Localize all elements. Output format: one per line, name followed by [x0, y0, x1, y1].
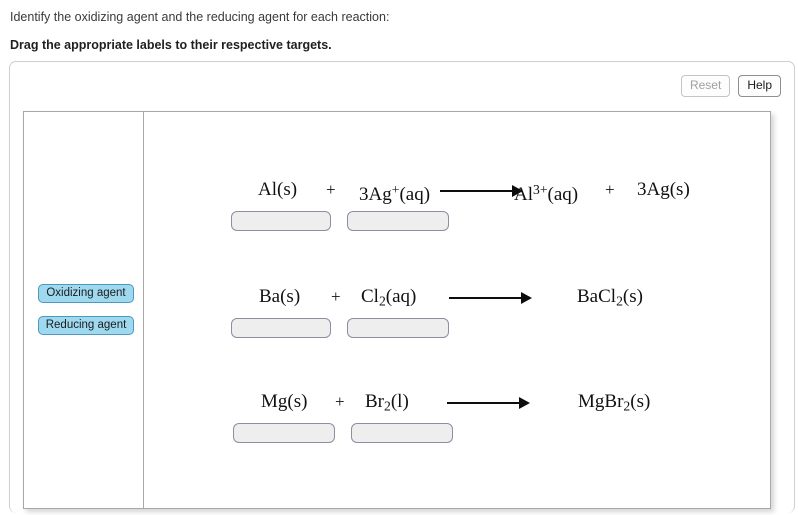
- reaction-list: Al(s) + 3Ag+(aq) Al3+(aq) + 3Ag(s) Ba(s)…: [143, 112, 770, 508]
- drag-drop-canvas: Oxidizing agent Reducing agent Al(s) + 3…: [23, 111, 771, 509]
- drop-target-reaction-2-reactant-2[interactable]: [347, 318, 449, 338]
- drop-target-reaction-2-reactant-1[interactable]: [231, 318, 331, 338]
- reaction-1-product-plus: +: [605, 180, 615, 199]
- toolbar: Reset Help: [680, 75, 781, 97]
- equation-line-3: Mg(s) + Br2(l) MgBr2(s): [143, 389, 772, 419]
- reaction-1-reactant-2: 3Ag+(aq): [359, 182, 431, 206]
- reaction-3-plus: +: [335, 392, 345, 411]
- reaction-1-reactant-1: Al(s): [258, 179, 298, 200]
- drop-target-reaction-3-reactant-1[interactable]: [233, 423, 335, 443]
- reaction-2-reactant-2: Cl2(aq): [361, 286, 417, 309]
- reaction-row-2: Ba(s) + Cl2(aq) BaCl2(s): [143, 284, 772, 354]
- equation-line-1: Al(s) + 3Ag+(aq) Al3+(aq) + 3Ag(s): [143, 177, 772, 207]
- help-button[interactable]: Help: [738, 75, 781, 97]
- prompt-instruction: Drag the appropriate labels to their res…: [10, 38, 332, 52]
- reaction-3-product-1: MgBr2(s): [578, 391, 651, 414]
- drop-target-reaction-1-reactant-1[interactable]: [231, 211, 331, 231]
- reaction-row-3: Mg(s) + Br2(l) MgBr2(s): [143, 389, 772, 459]
- label-bank: Oxidizing agent Reducing agent: [38, 284, 134, 348]
- equation-line-2: Ba(s) + Cl2(aq) BaCl2(s): [143, 284, 772, 314]
- reaction-arrow-2-icon: [449, 292, 532, 304]
- reaction-1-product-2: 3Ag(s): [637, 179, 690, 200]
- reaction-arrow-3-icon: [447, 397, 530, 409]
- exercise-panel: Reset Help Oxidizing agent Reducing agen…: [9, 61, 795, 513]
- reaction-3-reactant-2: Br2(l): [365, 391, 409, 414]
- prompt-question: Identify the oxidizing agent and the red…: [10, 10, 390, 24]
- reaction-2-plus: +: [331, 287, 341, 306]
- drop-target-reaction-1-reactant-2[interactable]: [347, 211, 449, 231]
- drag-label-oxidizing-agent[interactable]: Oxidizing agent: [38, 284, 134, 303]
- reaction-2-product-1: BaCl2(s): [577, 286, 643, 309]
- reaction-2-reactant-1: Ba(s): [259, 286, 301, 307]
- reaction-arrow-1-icon: [440, 185, 523, 197]
- reset-button[interactable]: Reset: [680, 75, 731, 97]
- drag-label-reducing-agent[interactable]: Reducing agent: [38, 316, 134, 335]
- reaction-1-product-1: Al3+(aq): [514, 182, 579, 206]
- prompt-area: Identify the oxidizing agent and the red…: [0, 0, 798, 53]
- reaction-1-plus: +: [326, 180, 336, 199]
- drop-target-reaction-3-reactant-2[interactable]: [351, 423, 453, 443]
- reaction-3-reactant-1: Mg(s): [261, 391, 308, 412]
- reaction-row-1: Al(s) + 3Ag+(aq) Al3+(aq) + 3Ag(s): [143, 177, 772, 247]
